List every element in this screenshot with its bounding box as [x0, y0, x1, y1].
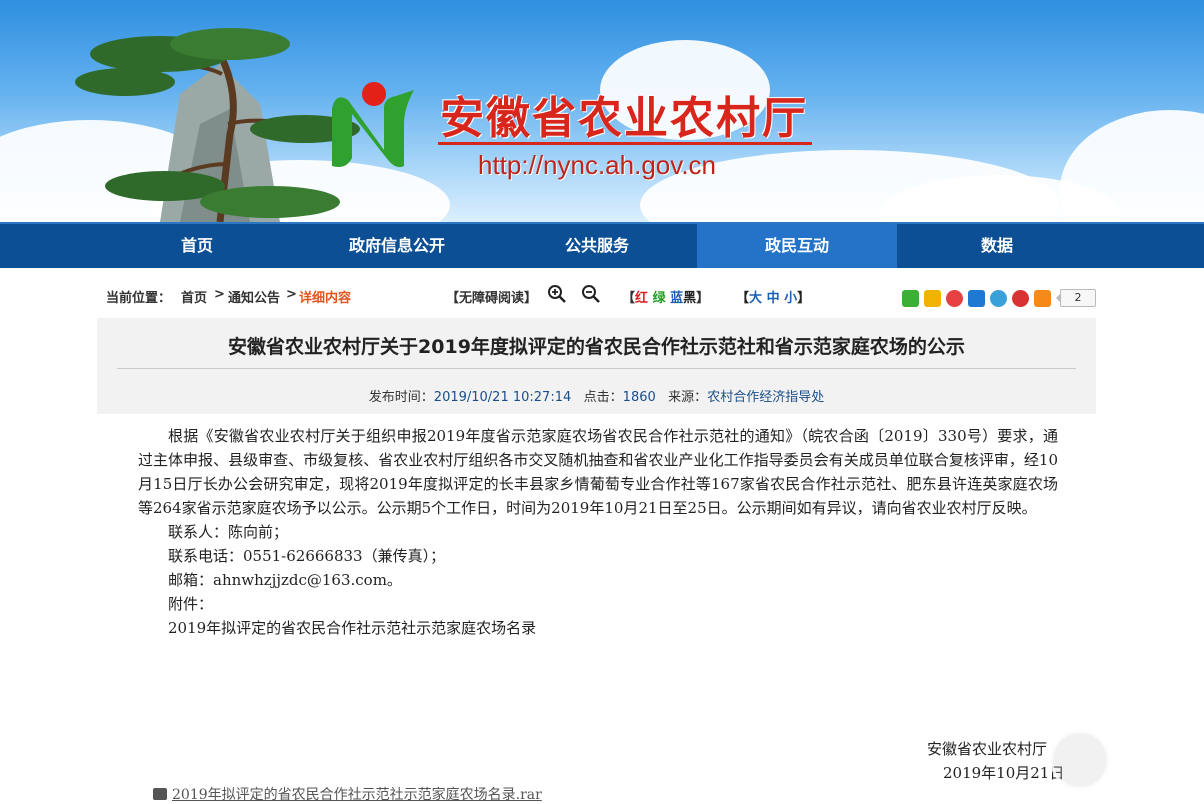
qq-icon[interactable] [1012, 290, 1029, 307]
site-title: 安徽省农业农村厅 [440, 93, 808, 144]
article-title: 安徽省农业农村厅关于2019年度拟评定的省农民合作社示范社和省示范家庭农场的公示 [228, 336, 965, 358]
site-url[interactable]: http://nync.ah.gov.cn [478, 150, 716, 181]
main-paragraph: 根据《安徽省农业农村厅关于组织申报2019年度省示范家庭农场省农民合作社示范社的… [138, 427, 1058, 517]
site-banner: 安徽省农业农村厅 http://nync.ah.gov.cn [0, 0, 1204, 222]
tencent-weibo-icon[interactable] [990, 290, 1007, 307]
color-blue-option[interactable]: 蓝 [670, 291, 683, 306]
breadcrumb-home[interactable]: 首页 [181, 287, 207, 306]
share-count: 2 [1056, 289, 1096, 307]
bracket-open: 【 [622, 291, 636, 306]
divider [117, 368, 1076, 369]
breadcrumb-sep: > [214, 287, 225, 302]
clicks-label: 点击： [583, 390, 623, 405]
publish-time: 2019/10/21 10:27:14 [433, 390, 572, 405]
color-scheme-group: 【红 绿 蓝黑】 [622, 287, 709, 306]
nav-item-interaction[interactable]: 政民互动 [697, 224, 897, 268]
attachment-icon [153, 788, 167, 800]
source-link[interactable]: 农村合作经济指导处 [707, 390, 824, 405]
breadcrumb-sep: > [286, 287, 297, 302]
article-meta: 发布时间：2019/10/21 10:27:14 点击：1860 来源：农村合作… [97, 386, 1096, 405]
contact-person: 联系人：陈向前； [168, 523, 289, 541]
nav-item-gov-info[interactable]: 政府信息公开 [297, 224, 497, 268]
signature-date: 2019年10月21日 [943, 764, 1065, 782]
attachment-link[interactable]: 2019年拟评定的省农民合作社示范社示范家庭农场名录.rar [172, 784, 542, 804]
source-label: 来源： [668, 390, 708, 405]
font-medium-option[interactable]: 中 [767, 291, 780, 306]
breadcrumb-label: 当前位置： [106, 291, 172, 306]
contact-phone: 联系电话：0551-62666833（兼传真）； [168, 547, 446, 565]
zoom-out-icon[interactable] [581, 284, 601, 304]
attachment-label: 附件： [168, 595, 214, 613]
font-large-option[interactable]: 大 [749, 291, 762, 306]
weibo-icon[interactable] [946, 290, 963, 307]
watermark [1050, 730, 1110, 790]
click-count: 1860 [622, 390, 656, 405]
color-green-option[interactable]: 绿 [653, 291, 666, 306]
article-header: 安徽省农业农村厅关于2019年度拟评定的省农民合作社示范社和省示范家庭农场的公示… [97, 318, 1096, 414]
pine-tree-mountain-image [75, 28, 360, 222]
accessible-reading-button[interactable]: 【无障碍阅读】 [446, 287, 537, 306]
nav-item-home[interactable]: 首页 [97, 224, 297, 268]
article-body: 根据《安徽省农业农村厅关于组织申报2019年度省示范家庭农场省农民合作社示范社的… [138, 424, 1058, 640]
font-small-option[interactable]: 小 [784, 291, 797, 306]
department-logo [332, 82, 414, 168]
color-black-option[interactable]: 黑 [683, 291, 696, 306]
bracket-close: 】 [696, 291, 710, 306]
breadcrumb-current: 详细内容 [299, 291, 352, 306]
contact-email: 邮箱：ahnwhzjjzdc@163.com。 [168, 571, 402, 589]
font-size-group: 【大 中 小】 [736, 287, 810, 306]
attachment-title: 2019年拟评定的省农民合作社示范社示范家庭农场名录 [168, 619, 537, 637]
qzone-icon[interactable] [924, 290, 941, 307]
more-share-icon[interactable] [1034, 290, 1051, 307]
title-underline [438, 142, 812, 145]
nav-item-public-service[interactable]: 公共服务 [497, 224, 697, 268]
renren-icon[interactable] [968, 290, 985, 307]
zoom-in-icon[interactable] [547, 284, 567, 304]
breadcrumb-notices[interactable]: 通知公告 [228, 287, 280, 306]
publish-time-label: 发布时间： [368, 390, 434, 405]
nav-item-data[interactable]: 数据 [897, 224, 1097, 268]
signature: 安徽省农业农村厅 [927, 740, 1048, 758]
bracket-open: 【 [736, 291, 750, 306]
color-red-option[interactable]: 红 [635, 291, 648, 306]
main-nav: 首页 政府信息公开 公共服务 政民互动 数据 [0, 222, 1204, 268]
wechat-icon[interactable] [902, 290, 919, 307]
bracket-close: 】 [797, 291, 811, 306]
article: 安徽省农业农村厅关于2019年度拟评定的省农民合作社示范社和省示范家庭农场的公示… [97, 318, 1096, 803]
